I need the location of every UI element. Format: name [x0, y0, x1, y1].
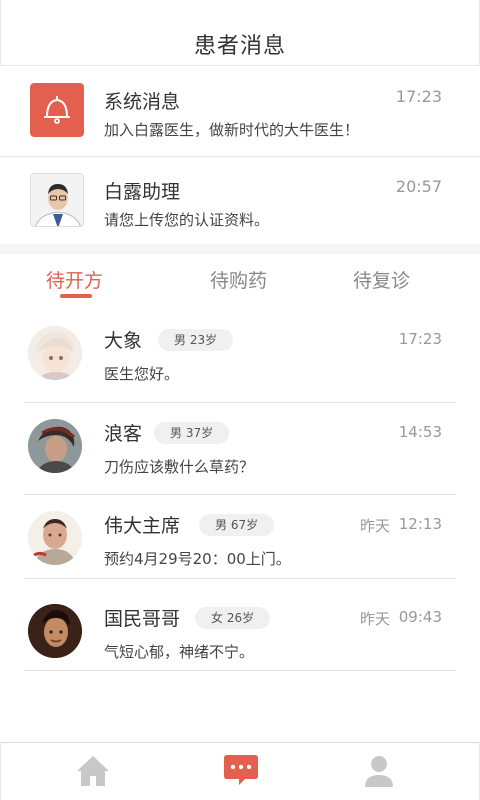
patient-day: 昨天: [359, 517, 390, 535]
patient-time: 17:23: [398, 330, 442, 348]
patient-time: 09:43: [398, 608, 442, 626]
divider: [24, 578, 456, 579]
patient-avatar: [28, 419, 82, 473]
tab-pending-followup[interactable]: 待复诊: [353, 266, 410, 293]
notice-name: 系统消息: [104, 91, 181, 113]
patient-list-item[interactable]: 伟大主席 男 67岁 预约4月29号20：00上门。 昨天 12:13: [0, 497, 480, 587]
header: 患者消息: [0, 0, 480, 66]
patient-list-item[interactable]: 国民哥哥 女 26岁 气短心郁，神绪不宁。 昨天 09:43: [0, 590, 480, 680]
tab-bar: 待开方 待购药 待复诊: [0, 254, 480, 304]
patient-message: 医生您好。: [104, 365, 180, 383]
patient-avatar: [28, 511, 82, 565]
patient-list-item[interactable]: 浪客 男 37岁 刀伤应该敷什么草药？ 14:53: [0, 405, 480, 495]
patient-time: 14:53: [398, 423, 442, 441]
notice-time: 20:57: [395, 177, 442, 196]
home-icon[interactable]: [73, 751, 113, 791]
tab-pending-prescription[interactable]: 待开方: [46, 266, 103, 293]
notice-assistant[interactable]: 白露助理 请您上传您的认证资料。 20:57: [0, 157, 480, 245]
patient-info-badge: 男 37岁: [154, 422, 230, 444]
patient-name: 伟大主席: [104, 515, 181, 537]
divider: [24, 670, 456, 671]
patient-info-badge: 男 67岁: [199, 514, 275, 536]
divider: [24, 402, 456, 403]
patient-list-item[interactable]: 大象 男 23岁 医生您好。 17:23: [0, 312, 480, 402]
patient-message: 刀伤应该敷什么草药？: [104, 458, 255, 476]
notice-system-messages[interactable]: 系统消息 加入白露医生，做新时代的大牛医生！ 17:23: [0, 67, 480, 155]
message-icon[interactable]: [221, 751, 261, 791]
patient-time: 12:13: [398, 515, 442, 533]
profile-icon[interactable]: [359, 751, 399, 791]
bell-icon: [30, 83, 84, 137]
patient-name: 国民哥哥: [104, 608, 181, 630]
notice-time: 17:23: [395, 87, 442, 106]
section-separator: [0, 244, 480, 254]
notice-message: 请您上传您的认证资料。: [104, 211, 270, 229]
active-tab-indicator: [60, 294, 92, 298]
notice-name: 白露助理: [104, 181, 181, 203]
patient-info-badge: 女 26岁: [195, 607, 271, 629]
app-root: 患者消息 系统消息 加入白露医生，做新时代的大牛医生！ 17:23 白露助理 请…: [0, 0, 480, 800]
patient-message: 预约4月29号20：00上门。: [104, 550, 291, 568]
patient-avatar: [28, 604, 82, 658]
notice-message: 加入白露医生，做新时代的大牛医生！: [104, 121, 360, 139]
patient-avatar: [28, 326, 82, 380]
assistant-avatar: [30, 173, 84, 227]
patient-name: 大象: [104, 330, 143, 352]
divider: [24, 494, 456, 495]
patient-name: 浪客: [104, 423, 143, 445]
patient-day: 昨天: [359, 610, 390, 628]
page-title: 患者消息: [193, 34, 286, 59]
patient-message: 气短心郁，神绪不宁。: [104, 643, 255, 661]
bottom-navigation: [0, 742, 480, 800]
tab-pending-purchase[interactable]: 待购药: [210, 266, 267, 293]
patient-info-badge: 男 23岁: [158, 329, 234, 351]
